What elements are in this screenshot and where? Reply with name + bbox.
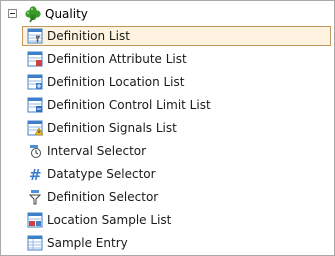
definition-list-icon	[26, 28, 43, 45]
tree-item-label: Definition Attribute List	[47, 52, 187, 66]
tree-item-label: Definition Signals List	[47, 121, 177, 135]
tree-item-label: Definition Selector	[47, 190, 159, 204]
control-limit-list-icon	[26, 97, 43, 114]
tree-item-label: Definition List	[47, 29, 130, 43]
tree-item-interval-selector[interactable]: Interval Selector	[1, 140, 334, 163]
tree-item-location-sample-list[interactable]: Location Sample List	[1, 209, 334, 232]
quality-tree-panel: Quality Definition List Definition Attri…	[0, 0, 335, 256]
interval-selector-icon	[26, 143, 43, 160]
tree-item-definition-attribute-list[interactable]: Definition Attribute List	[1, 48, 334, 71]
attribute-list-icon	[26, 51, 43, 68]
tree-item-definition-signals-list[interactable]: Definition Signals List	[1, 117, 334, 140]
clover-icon	[24, 5, 42, 23]
tree-item-label: Datatype Selector	[47, 167, 156, 181]
definition-selector-icon	[26, 189, 43, 206]
tree-item-definition-selector[interactable]: Definition Selector	[1, 186, 334, 209]
collapse-minus-icon[interactable]	[8, 9, 17, 18]
signals-list-icon	[26, 120, 43, 137]
sample-entry-icon	[26, 235, 43, 252]
tree-root-quality[interactable]: Quality	[1, 3, 331, 25]
tree-children: Definition List Definition Attribute Lis…	[1, 25, 334, 255]
tree-item-label: Definition Location List	[47, 75, 185, 89]
location-sample-list-icon	[26, 212, 43, 229]
tree-item-definition-list[interactable]: Definition List	[1, 25, 334, 48]
tree-item-definition-location-list[interactable]: Definition Location List	[1, 71, 334, 94]
datatype-selector-icon: #	[26, 166, 43, 183]
location-list-icon	[26, 74, 43, 91]
svg-text:#: #	[29, 166, 42, 182]
tree-item-label: Interval Selector	[47, 144, 147, 158]
tree-item-label: Location Sample List	[47, 213, 172, 227]
tree-root-label: Quality	[45, 7, 88, 21]
tree-item-label: Definition Control Limit List	[47, 98, 211, 112]
tree-item-datatype-selector[interactable]: # Datatype Selector	[1, 163, 334, 186]
tree-item-label: Sample Entry	[47, 236, 128, 250]
tree-item-sample-entry[interactable]: Sample Entry	[1, 232, 334, 255]
tree-item-definition-control-limit-list[interactable]: Definition Control Limit List	[1, 94, 334, 117]
